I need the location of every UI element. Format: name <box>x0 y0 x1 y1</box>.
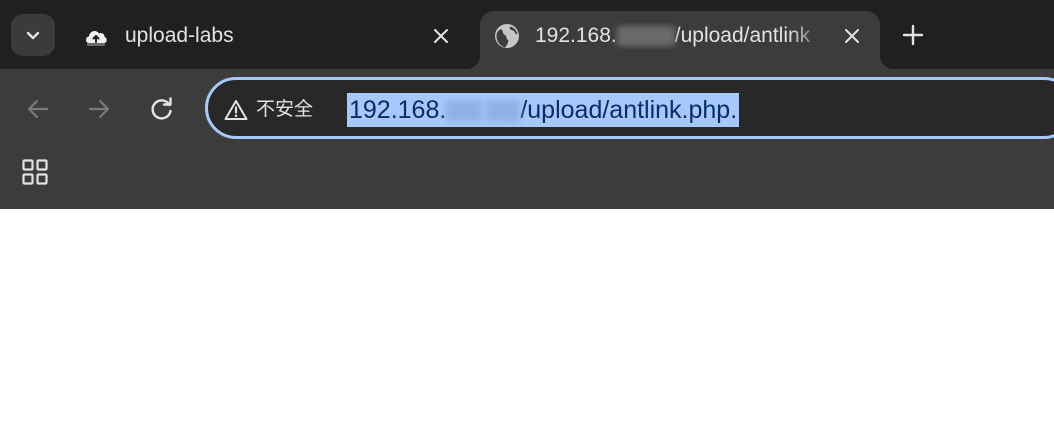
globe-icon <box>495 24 519 48</box>
tab-strip: upload-labs 192.168. /upload/antlink <box>0 0 1054 69</box>
address-bar[interactable]: 不安全 192.168. /upload/antlink.php. <box>205 77 1054 139</box>
redacted-blur <box>616 26 675 47</box>
redacted-blur <box>486 100 521 123</box>
tab-upload-labs[interactable]: upload-labs <box>70 11 470 69</box>
plus-icon <box>902 24 924 46</box>
apps-grid-icon <box>22 159 48 185</box>
search-tabs-button[interactable] <box>11 14 55 56</box>
new-tab-button[interactable] <box>898 20 928 50</box>
warning-triangle-icon <box>224 100 248 120</box>
forward-button[interactable] <box>83 93 115 125</box>
chevron-down-icon <box>26 31 40 40</box>
close-icon <box>434 29 448 43</box>
tab-antlink[interactable]: 192.168. /upload/antlink <box>466 11 894 69</box>
tab-close-button[interactable] <box>839 23 865 49</box>
reload-button[interactable] <box>146 93 178 125</box>
arrow-left-icon <box>27 99 49 119</box>
redacted-blur <box>446 100 483 123</box>
back-button[interactable] <box>22 93 54 125</box>
apps-button[interactable] <box>20 157 50 187</box>
url-text[interactable]: 192.168. /upload/antlink.php. <box>347 93 740 127</box>
tab-close-button[interactable] <box>428 23 454 49</box>
tab-title-suffix: /upload/antlink <box>674 24 811 47</box>
page-content <box>0 209 1054 436</box>
url-suffix: /upload/antlink.php. <box>520 96 738 124</box>
reload-icon <box>151 97 172 120</box>
cloud-upload-icon <box>86 31 107 46</box>
security-indicator[interactable]: 不安全 <box>224 97 313 123</box>
tab-title: upload-labs <box>125 24 234 47</box>
toolbar: 不安全 192.168. /upload/antlink.php. <box>0 69 1054 209</box>
url-prefix: 192.168. <box>349 96 447 124</box>
arrow-right-icon <box>88 99 110 119</box>
tab-title: 192.168. /upload/antlink <box>535 23 829 49</box>
tab-title-prefix: 192.168. <box>535 24 617 47</box>
security-label: 不安全 <box>256 99 314 120</box>
close-icon <box>845 29 859 43</box>
